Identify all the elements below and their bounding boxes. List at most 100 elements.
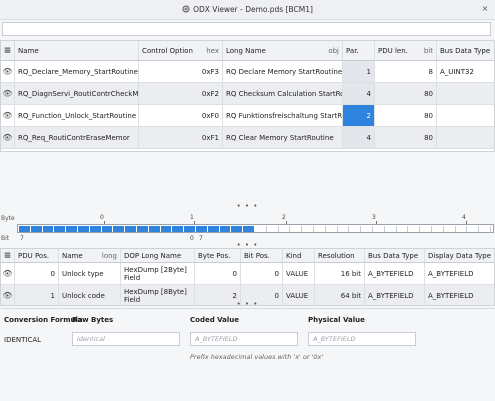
col-resolution-header[interactable]: Resolution [315, 249, 365, 262]
eye-icon[interactable]: 👁 [1, 83, 15, 104]
col-display-data-type-header[interactable]: Display Data Type [425, 249, 494, 262]
service-pdu-len: 80 [375, 127, 437, 148]
service-pdu-len: 80 [375, 83, 437, 104]
col-pdu-len-label: PDU len. [378, 46, 408, 55]
bit-block[interactable] [125, 226, 137, 232]
bit-block[interactable] [349, 226, 362, 232]
param-resolution: 16 bit [315, 263, 365, 284]
bit-block[interactable] [54, 226, 67, 232]
column-menu-icon[interactable]: ≡ [1, 41, 15, 60]
bit-block[interactable] [19, 226, 31, 232]
bit-block[interactable] [325, 226, 338, 232]
bit-block[interactable] [408, 226, 421, 232]
col-control-option-unit: hex [206, 46, 219, 55]
col-pdu-len-header[interactable]: PDU len. bit [375, 41, 437, 60]
service-pdu-len: 80 [375, 105, 437, 126]
table-row[interactable]: 👁 0 Unlock type HexDump [2Byte] Field 0 … [1, 263, 494, 285]
bit-block[interactable] [373, 226, 385, 232]
bit-block[interactable] [384, 226, 397, 232]
bit-bar[interactable] [17, 224, 494, 233]
byte-mark: 2 [282, 214, 286, 221]
service-par: 4 [343, 83, 375, 104]
col-long-name-unit: obj [328, 46, 339, 55]
bit-block[interactable] [337, 226, 350, 232]
bit-block[interactable] [290, 226, 303, 232]
service-name: RQ_Req_RoutiContrEraseMemor [15, 127, 139, 148]
service-name: RQ_Function_Unlock_StartRoutine [15, 105, 139, 126]
table-row-selected[interactable]: 👁 RQ_Function_Unlock_StartRoutine 0xF0 R… [1, 105, 494, 127]
search-input[interactable] [2, 22, 491, 36]
bit-block[interactable] [148, 226, 161, 232]
col-bus-data-type-header[interactable]: Bus Data Type [437, 41, 494, 60]
bit-block[interactable] [66, 226, 78, 232]
bit-block[interactable] [78, 226, 90, 232]
param-dop-long-name: HexDump [2Byte] Field [121, 263, 195, 284]
bit-block[interactable] [455, 226, 468, 232]
eye-icon[interactable]: 👁 [1, 127, 15, 148]
service-par-selected[interactable]: 2 [343, 105, 375, 126]
services-table: ≡ Name Control Option hex Long Name obj Pa… [0, 40, 495, 152]
param-display-data-type: A_BYTEFIELD [428, 269, 474, 278]
bit-block[interactable] [231, 226, 244, 232]
bit-block[interactable] [184, 226, 196, 232]
raw-bytes-input[interactable]: Identical [72, 332, 180, 346]
column-menu-icon[interactable]: ≡ [1, 249, 15, 262]
bit-block[interactable] [113, 226, 126, 232]
col-pdu-pos-header[interactable]: PDU Pos. [15, 249, 59, 262]
splitter-handle[interactable]: • • • [0, 203, 495, 210]
col-long-name-label: Long Name [226, 46, 266, 55]
bit-block[interactable] [443, 226, 456, 232]
col-name-unit: long [101, 251, 117, 260]
service-par: 1 [343, 61, 375, 82]
title-bar: ODX Viewer - Demo.pds [BCM1] × [0, 0, 495, 20]
bit-block[interactable] [196, 226, 208, 232]
param-bus-data-type: A_BYTEFIELD [365, 263, 425, 284]
col-bit-pos-header[interactable]: Bit Pos. [241, 249, 283, 262]
bit-block[interactable] [302, 226, 314, 232]
bit-block[interactable] [160, 226, 173, 232]
coded-value-input[interactable]: A_BYTEFIELD [190, 332, 298, 346]
table-row[interactable]: 👁 RQ_Req_RoutiContrEraseMemor 0xF1 RQ Cl… [1, 127, 494, 149]
physical-value-input[interactable]: A_BYTEFIELD [308, 332, 416, 346]
bit-block[interactable] [207, 226, 220, 232]
bit-block[interactable] [42, 226, 55, 232]
bit-block[interactable] [219, 226, 232, 232]
bit-block[interactable] [467, 226, 480, 232]
byte-mark: 4 [462, 214, 466, 221]
col-long-name-header[interactable]: Long Name obj [223, 41, 343, 60]
table-row[interactable]: 👁 RQ_Declare_Memory_StartRoutine 0xF3 RQ… [1, 61, 494, 83]
col-bus-data-type-header[interactable]: Bus Data Type [365, 249, 425, 262]
byte-axis-label: Byte [1, 215, 15, 222]
col-byte-pos-header[interactable]: Byte Pos. [195, 249, 241, 262]
col-name-header[interactable]: Name long [59, 249, 121, 262]
eye-icon[interactable]: 👁 [1, 61, 15, 82]
bit-block[interactable] [479, 226, 491, 232]
col-control-option-header[interactable]: Control Option hex [139, 41, 223, 60]
bit-block[interactable] [432, 226, 444, 232]
bit-block[interactable] [361, 226, 373, 232]
bit-block[interactable] [278, 226, 291, 232]
bit-block[interactable] [89, 226, 102, 232]
bit-block[interactable] [314, 226, 326, 232]
bit-block[interactable] [255, 226, 267, 232]
col-dop-long-name-header[interactable]: DOP Long Name [121, 249, 195, 262]
bit-block[interactable] [266, 226, 279, 232]
close-window-button[interactable]: × [480, 4, 490, 14]
byte-tick [286, 221, 287, 224]
eye-icon[interactable]: 👁 [1, 263, 15, 284]
bit-block[interactable] [101, 226, 114, 232]
bit-block[interactable] [420, 226, 432, 232]
eye-icon[interactable]: 👁 [1, 105, 15, 126]
bit-block[interactable] [172, 226, 185, 232]
bit-block[interactable] [243, 226, 255, 232]
service-bus-type [437, 83, 494, 104]
col-name-header[interactable]: Name [15, 41, 139, 60]
table-row[interactable]: 👁 RQ_DiagnServi_RoutiContrCheckMemor 0xF… [1, 83, 494, 105]
bit-block[interactable] [396, 226, 409, 232]
col-par-header[interactable]: Par. [343, 41, 375, 60]
col-kind-header[interactable]: Kind [283, 249, 315, 262]
byte-tick [376, 221, 377, 224]
bit-block[interactable] [30, 226, 43, 232]
bit-block[interactable] [137, 226, 149, 232]
param-kind: VALUE [283, 263, 315, 284]
